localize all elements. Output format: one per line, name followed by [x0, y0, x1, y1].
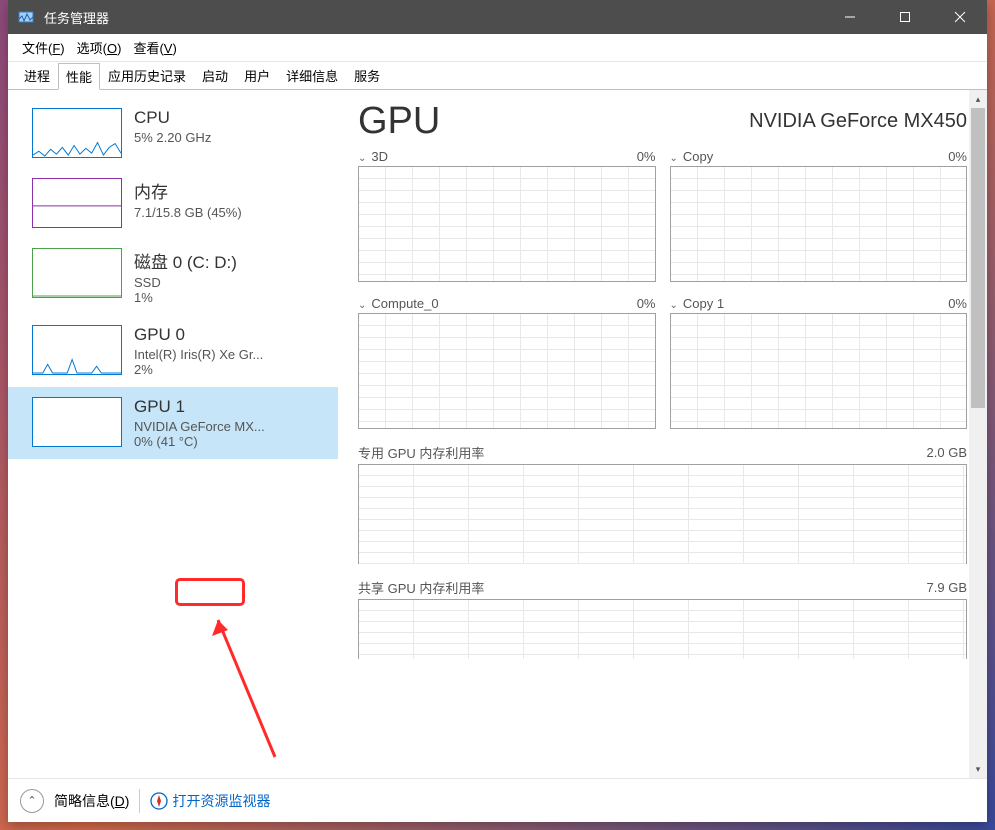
chart-copy-value: 0%: [948, 149, 967, 164]
sidebar-item-gpu0[interactable]: GPU 0 Intel(R) Iris(R) Xe Gr... 2%: [8, 315, 338, 387]
chevron-up-icon: ⌃: [27, 794, 36, 807]
app-icon: [16, 7, 36, 27]
chart-compute-label[interactable]: ⌄Compute_0: [358, 296, 439, 311]
chart-copy1: [670, 313, 968, 429]
sidebar: CPU 5% 2.20 GHz 内存 7.1/15.8 GB (45%): [8, 90, 338, 778]
menu-options[interactable]: 选项(O): [71, 36, 128, 59]
scroll-up-icon[interactable]: ▴: [969, 90, 987, 108]
chart-compute-value: 0%: [637, 296, 656, 311]
content: CPU 5% 2.20 GHz 内存 7.1/15.8 GB (45%): [8, 90, 987, 778]
close-button[interactable]: [932, 0, 987, 34]
chart-compute: [358, 313, 656, 429]
fewer-details-toggle[interactable]: ⌃: [20, 789, 44, 813]
scroll-down-icon[interactable]: ▾: [969, 760, 987, 778]
gpu-name: NVIDIA GeForce MX450: [749, 110, 967, 133]
disk-sub1: SSD: [134, 275, 324, 290]
tabbar: 进程 性能 应用历史记录 启动 用户 详细信息 服务: [8, 62, 987, 90]
menu-file[interactable]: 文件(F): [16, 36, 71, 59]
tab-users[interactable]: 用户: [236, 62, 278, 89]
gpu1-thumb-chart: [32, 397, 122, 447]
menu-view[interactable]: 查看(V): [127, 36, 182, 59]
window-title: 任务管理器: [44, 8, 822, 27]
chart-3d-label[interactable]: ⌄3D: [358, 149, 388, 164]
chart-shared-label: 共享 GPU 内存利用率: [358, 578, 484, 597]
task-manager-window: 任务管理器 文件(F) 选项(O) 查看(V) 进程 性能 应用历史记录 启动 …: [8, 0, 987, 822]
scroll-thumb[interactable]: [971, 108, 985, 408]
disk-sub2: 1%: [134, 290, 324, 305]
chart-shared-value: 7.9 GB: [927, 580, 967, 595]
mem-title: 内存: [134, 178, 324, 203]
tab-app-history[interactable]: 应用历史记录: [100, 62, 194, 89]
statusbar: ⌃ 简略信息(D) 打开资源监视器: [8, 778, 987, 822]
sidebar-item-disk[interactable]: 磁盘 0 (C: D:) SSD 1%: [8, 238, 338, 315]
page-title: GPU: [358, 100, 440, 143]
disk-thumb-chart: [32, 248, 122, 298]
mem-sub: 7.1/15.8 GB (45%): [134, 205, 324, 220]
cpu-thumb-chart: [32, 108, 122, 158]
gpu1-sub1: NVIDIA GeForce MX...: [134, 419, 324, 434]
chevron-down-icon: ⌄: [670, 153, 678, 164]
tab-processes[interactable]: 进程: [16, 62, 58, 89]
tab-services[interactable]: 服务: [346, 62, 388, 89]
cpu-sub: 5% 2.20 GHz: [134, 130, 324, 145]
gpu0-sub2: 2%: [134, 362, 324, 377]
cpu-title: CPU: [134, 108, 324, 128]
sidebar-item-memory[interactable]: 内存 7.1/15.8 GB (45%): [8, 168, 338, 238]
mem-thumb-chart: [32, 178, 122, 228]
chevron-down-icon: ⌄: [358, 153, 366, 164]
chart-3d: [358, 166, 656, 282]
chart-shared: [358, 599, 967, 659]
chart-copy-label[interactable]: ⌄Copy: [670, 149, 714, 164]
sidebar-item-cpu[interactable]: CPU 5% 2.20 GHz: [8, 98, 338, 168]
gpu0-sub1: Intel(R) Iris(R) Xe Gr...: [134, 347, 324, 362]
sidebar-item-gpu1[interactable]: GPU 1 NVIDIA GeForce MX... 0% (41 °C): [8, 387, 338, 459]
chart-copy1-value: 0%: [948, 296, 967, 311]
chart-dedicated-value: 2.0 GB: [927, 445, 967, 460]
tab-details[interactable]: 详细信息: [278, 62, 346, 89]
gpu0-thumb-chart: [32, 325, 122, 375]
chart-dedicated-label: 专用 GPU 内存利用率: [358, 443, 484, 462]
chevron-down-icon: ⌄: [358, 300, 366, 311]
chevron-down-icon: ⌄: [670, 300, 678, 311]
divider: [139, 789, 140, 813]
minimize-button[interactable]: [822, 0, 877, 34]
disk-title: 磁盘 0 (C: D:): [134, 248, 324, 273]
gpu0-title: GPU 0: [134, 325, 324, 345]
open-resmon-link[interactable]: 打开资源监视器: [150, 791, 270, 811]
fewer-details-label[interactable]: 简略信息(D): [54, 791, 129, 811]
maximize-button[interactable]: [877, 0, 932, 34]
titlebar[interactable]: 任务管理器: [8, 0, 987, 34]
gpu1-title: GPU 1: [134, 397, 324, 417]
tab-performance[interactable]: 性能: [58, 63, 100, 90]
main-panel: GPU NVIDIA GeForce MX450 ⌄3D 0% ⌄Copy 0%: [338, 90, 987, 778]
gpu1-sub2: 0% (41 °C): [134, 434, 324, 449]
menubar: 文件(F) 选项(O) 查看(V): [8, 34, 987, 62]
scrollbar[interactable]: ▴ ▾: [969, 90, 987, 778]
tab-startup[interactable]: 启动: [194, 62, 236, 89]
compass-icon: [150, 792, 168, 810]
chart-copy: [670, 166, 968, 282]
chart-dedicated: [358, 464, 967, 564]
chart-3d-value: 0%: [637, 149, 656, 164]
chart-copy1-label[interactable]: ⌄Copy 1: [670, 296, 725, 311]
